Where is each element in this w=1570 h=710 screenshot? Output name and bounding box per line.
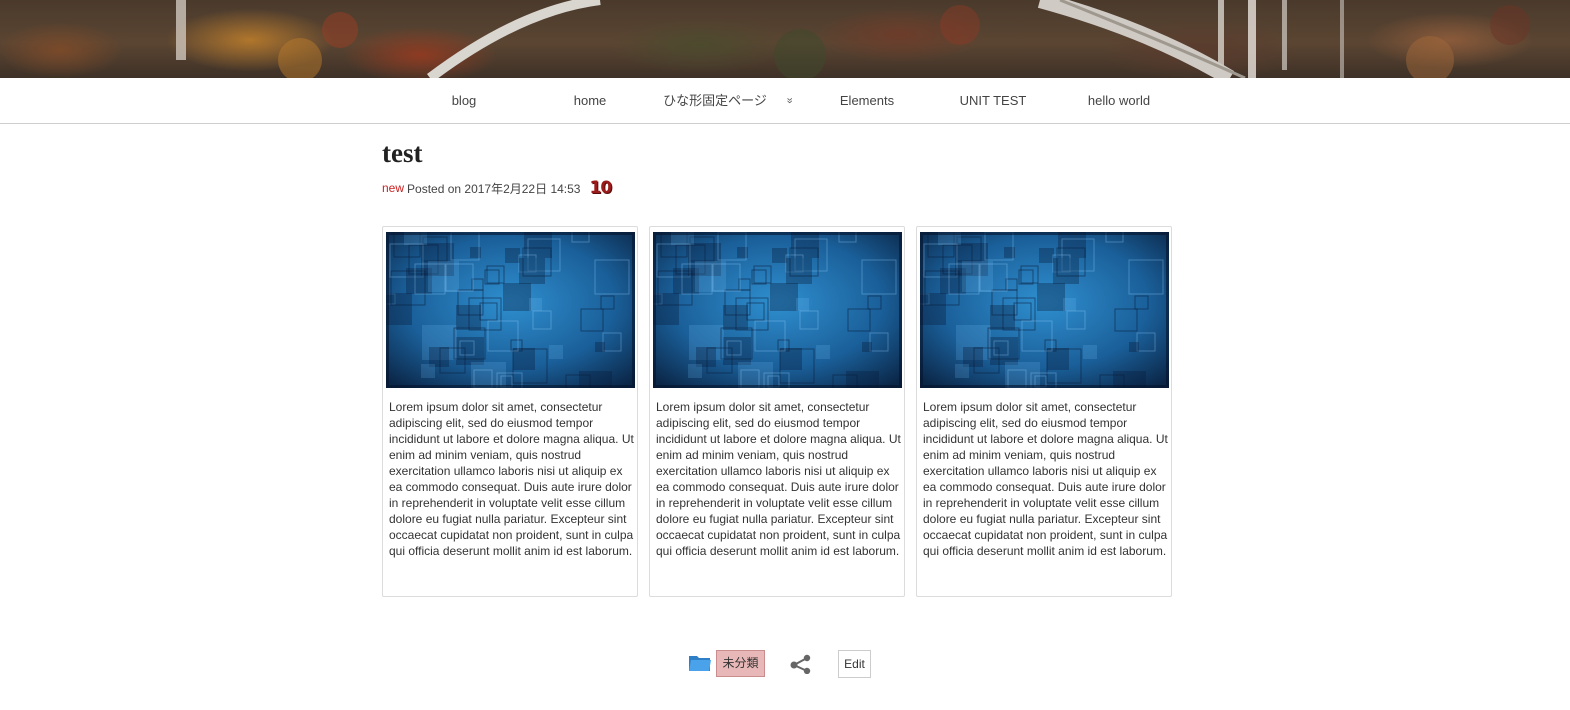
- folder-icon: [689, 656, 711, 671]
- chevron-down-icon[interactable]: »: [767, 97, 812, 103]
- card-image: [653, 232, 902, 388]
- post-meta: new Posted on 2017年2月22日 14:53 10: [382, 178, 612, 198]
- new-label: new: [382, 181, 405, 195]
- nav-item-elements[interactable]: Elements: [808, 78, 926, 123]
- blue-squares-image: [386, 232, 635, 388]
- blue-squares-image: [920, 232, 1169, 388]
- nav-item-hello-world[interactable]: hello world: [1060, 78, 1178, 123]
- card-image: [920, 232, 1169, 388]
- edit-button[interactable]: Edit: [838, 650, 871, 678]
- nav-item-home[interactable]: home: [531, 78, 649, 123]
- nav-item-blog[interactable]: blog: [405, 78, 523, 123]
- content-card: Lorem ipsum dolor sit amet, consectetur …: [649, 226, 905, 597]
- card-text: Lorem ipsum dolor sit amet, consectetur …: [656, 400, 901, 558]
- share-icon[interactable]: [789, 654, 813, 674]
- card-image: [386, 232, 635, 388]
- posted-date: Posted on 2017年2月22日 14:53: [407, 181, 581, 196]
- content-card: Lorem ipsum dolor sit amet, consectetur …: [916, 226, 1172, 597]
- card-text: Lorem ipsum dolor sit amet, consectetur …: [923, 400, 1168, 558]
- nav-item-template-pages[interactable]: ひな形固定ページ: [655, 78, 775, 123]
- post-title[interactable]: test: [382, 138, 422, 169]
- main-navigation: blog home ひな形固定ページ » Elements UNIT TEST …: [0, 78, 1570, 124]
- header-image: [0, 0, 1570, 78]
- comment-count-badge[interactable]: 10: [589, 178, 612, 198]
- blue-squares-image: [653, 232, 902, 388]
- header-bridge-illustration: [176, 0, 1530, 78]
- card-text: Lorem ipsum dolor sit amet, consectetur …: [389, 400, 634, 558]
- content-card: Lorem ipsum dolor sit amet, consectetur …: [382, 226, 638, 597]
- nav-item-unit-test[interactable]: UNIT TEST: [934, 78, 1052, 123]
- category-tag[interactable]: 未分類: [716, 650, 765, 677]
